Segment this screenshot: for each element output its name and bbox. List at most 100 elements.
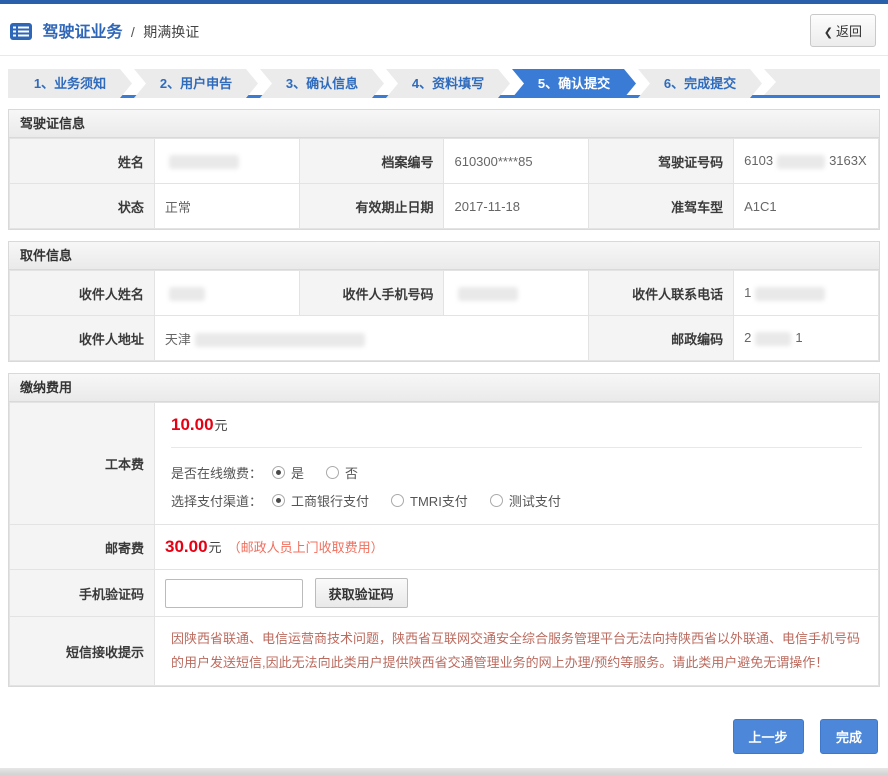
step-2-user-declaration[interactable]: 2、用户申告 — [134, 69, 258, 98]
address-prefix: 天津 — [165, 332, 191, 347]
post-fee-label: 邮寄费 — [10, 525, 155, 570]
redacted-name — [169, 155, 239, 169]
redacted-recipient-name — [169, 287, 205, 301]
expiry-value: 2017-11-18 — [444, 184, 589, 229]
recipient-name-label: 收件人姓名 — [10, 271, 155, 316]
table-row: 手机验证码 获取验证码 — [10, 570, 879, 617]
vehicle-type-label: 准驾车型 — [589, 184, 734, 229]
captcha-input[interactable] — [165, 579, 303, 608]
recipient-phone-value — [444, 271, 589, 316]
license-no-label: 驾驶证号码 — [589, 139, 734, 184]
post-fee-unit: 元 — [209, 540, 222, 555]
recipient-name-value — [154, 271, 299, 316]
address-label: 收件人地址 — [10, 316, 155, 361]
sms-tip-cell: 因陕西省联通、电信运营商技术问题，陕西省互联网交通安全综合服务管理平台无法向持陕… — [155, 617, 879, 686]
redacted-license-no — [777, 155, 825, 169]
finish-button[interactable]: 完成 — [820, 719, 878, 754]
channel-line: 选择支付渠道： 工商银行支付 TMRI支付 测试支付 — [171, 486, 862, 514]
list-icon — [10, 23, 32, 40]
radio-unselected-icon — [490, 494, 503, 507]
radio-online-yes[interactable]: 是 — [272, 463, 304, 482]
postcode-suffix: 1 — [795, 330, 802, 345]
radio-channel-tmri[interactable]: TMRI支付 — [391, 491, 468, 510]
payment-section: 缴纳费用 工本费 10.00元 是否在线缴费： 是 否 选择支付渠道： 工商银行… — [8, 373, 880, 687]
table-row: 收件人姓名 收件人手机号码 收件人联系电话 1 — [10, 271, 879, 316]
online-pay-line: 是否在线缴费： 是 否 — [171, 458, 862, 486]
channel-test-label: 测试支付 — [509, 491, 561, 510]
address-value: 天津 — [154, 316, 588, 361]
contact-phone-label: 收件人联系电话 — [589, 271, 734, 316]
captcha-cell: 获取验证码 — [155, 570, 879, 617]
page-title: 驾驶证业务 — [42, 24, 122, 41]
breadcrumb-current: 期满换证 — [143, 24, 199, 40]
pickup-info-section: 取件信息 收件人姓名 收件人手机号码 收件人联系电话 1 收件人地址 天津 邮政… — [8, 241, 880, 362]
payment-section-title: 缴纳费用 — [9, 374, 879, 402]
status-label: 状态 — [10, 184, 155, 229]
fee-unit: 元 — [215, 418, 228, 433]
captcha-label: 手机验证码 — [10, 570, 155, 617]
channel-label: 选择支付渠道： — [171, 491, 262, 510]
step-6-finish-submit[interactable]: 6、完成提交 — [638, 69, 762, 98]
pickup-section-title: 取件信息 — [9, 242, 879, 270]
radio-channel-icbc[interactable]: 工商银行支付 — [272, 491, 369, 510]
post-fee-note: （邮政人员上门收取费用） — [228, 540, 384, 555]
table-row: 状态 正常 有效期止日期 2017-11-18 准驾车型 A1C1 — [10, 184, 879, 229]
file-no-value: 610300****85 — [444, 139, 589, 184]
back-button[interactable]: ❮返回 — [810, 14, 876, 47]
redacted-postcode — [755, 332, 791, 346]
channel-tmri-label: TMRI支付 — [410, 491, 468, 510]
payment-table: 工本费 10.00元 是否在线缴费： 是 否 选择支付渠道： 工商银行支付 TM… — [9, 402, 879, 686]
post-fee-amount: 30.00 — [165, 537, 208, 556]
name-label: 姓名 — [10, 139, 155, 184]
channel-icbc-label: 工商银行支付 — [291, 491, 369, 510]
fee-amount: 10.00 — [171, 415, 214, 434]
page: 驾驶证业务 / 期满换证 ❮返回 1、业务须知 2、用户申告 3、确认信息 4、… — [0, 0, 888, 775]
step-3-confirm-info[interactable]: 3、确认信息 — [260, 69, 384, 98]
step-1-business-notice[interactable]: 1、业务须知 — [8, 69, 132, 98]
license-no-suffix: 3163X — [829, 153, 867, 168]
pickup-info-table: 收件人姓名 收件人手机号码 收件人联系电话 1 收件人地址 天津 邮政编码 21 — [9, 270, 879, 361]
recipient-phone-label: 收件人手机号码 — [299, 271, 444, 316]
table-row: 收件人地址 天津 邮政编码 21 — [10, 316, 879, 361]
back-chevron-icon: ❮ — [824, 27, 833, 39]
postcode-prefix: 2 — [744, 330, 751, 345]
radio-unselected-icon — [391, 494, 404, 507]
table-row: 短信接收提示 因陕西省联通、电信运营商技术问题，陕西省互联网交通安全综合服务管理… — [10, 617, 879, 686]
postcode-value: 21 — [734, 316, 879, 361]
radio-selected-icon — [272, 494, 285, 507]
redacted-contact-phone — [755, 287, 825, 301]
radio-online-no[interactable]: 否 — [326, 463, 358, 482]
table-row: 姓名 档案编号 610300****85 驾驶证号码 6103 3163X — [10, 139, 879, 184]
expiry-label: 有效期止日期 — [299, 184, 444, 229]
step-bar-filler — [764, 69, 880, 95]
step-5-confirm-submit[interactable]: 5、确认提交 — [512, 69, 636, 98]
table-row: 邮寄费 30.00元 （邮政人员上门收取费用） — [10, 525, 879, 570]
radio-channel-test[interactable]: 测试支付 — [490, 491, 561, 510]
fee-label: 工本费 — [10, 403, 155, 525]
get-captcha-button[interactable]: 获取验证码 — [315, 578, 408, 608]
previous-step-button[interactable]: 上一步 — [733, 719, 804, 754]
fee-cell: 10.00元 是否在线缴费： 是 否 选择支付渠道： 工商银行支付 TMRI支付… — [155, 403, 879, 525]
radio-unselected-icon — [326, 466, 339, 479]
bottom-edge-strip — [0, 768, 888, 775]
breadcrumb-separator: / — [131, 24, 135, 40]
redacted-address — [195, 333, 365, 347]
online-pay-label: 是否在线缴费： — [171, 463, 262, 482]
sms-notice-text: 因陕西省联通、电信运营商技术问题，陕西省互联网交通安全综合服务管理平台无法向持陕… — [171, 627, 862, 675]
name-value — [154, 139, 299, 184]
status-value: 正常 — [154, 184, 299, 229]
contact-phone-prefix: 1 — [744, 285, 751, 300]
license-no-value: 6103 3163X — [734, 139, 879, 184]
fee-amount-line: 10.00元 — [171, 415, 862, 435]
step-4-fill-data[interactable]: 4、资料填写 — [386, 69, 510, 98]
vehicle-type-value: A1C1 — [734, 184, 879, 229]
license-section-title: 驾驶证信息 — [9, 110, 879, 138]
postcode-label: 邮政编码 — [589, 316, 734, 361]
file-no-label: 档案编号 — [299, 139, 444, 184]
contact-phone-value: 1 — [734, 271, 879, 316]
payment-options: 是否在线缴费： 是 否 选择支付渠道： 工商银行支付 TMRI支付 测试支付 — [171, 447, 862, 514]
table-row: 工本费 10.00元 是否在线缴费： 是 否 选择支付渠道： 工商银行支付 TM… — [10, 403, 879, 525]
license-no-prefix: 6103 — [744, 153, 773, 168]
license-info-section: 驾驶证信息 姓名 档案编号 610300****85 驾驶证号码 6103 316… — [8, 109, 880, 230]
online-yes-label: 是 — [291, 463, 304, 482]
